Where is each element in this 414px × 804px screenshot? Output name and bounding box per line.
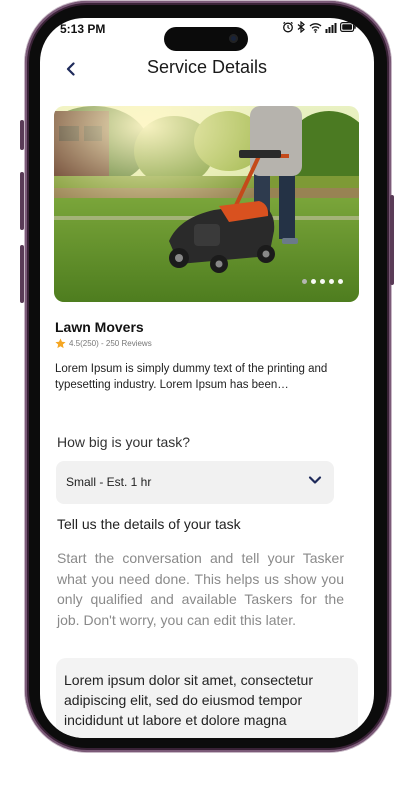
rating-row: 4.5(250) - 250 Reviews bbox=[55, 338, 152, 349]
phone-side-button bbox=[390, 195, 394, 285]
task-size-dropdown[interactable]: Small - Est. 1 hr bbox=[56, 461, 334, 504]
phone-side-button bbox=[20, 120, 24, 150]
alarm-icon bbox=[283, 21, 293, 33]
carousel-dot[interactable] bbox=[302, 279, 307, 284]
chevron-down-icon bbox=[308, 476, 322, 484]
camera-notch bbox=[164, 27, 248, 51]
phone-side-button bbox=[20, 172, 24, 230]
bluetooth-icon bbox=[297, 21, 305, 33]
status-icons bbox=[282, 21, 356, 33]
carousel-dot[interactable] bbox=[338, 279, 343, 284]
carousel-dot[interactable] bbox=[329, 279, 334, 284]
service-title: Lawn Movers bbox=[55, 319, 144, 335]
task-size-value: Small - Est. 1 hr bbox=[66, 475, 152, 489]
task-size-label: How big is your task? bbox=[57, 434, 191, 450]
service-image-carousel[interactable] bbox=[54, 106, 359, 302]
header: Service Details bbox=[40, 54, 374, 84]
signal-icon bbox=[325, 22, 337, 33]
task-details-helper: Start the conversation and tell your Tas… bbox=[57, 550, 344, 628]
task-details-value[interactable]: Lorem ipsum dolor sit amet, consectetur … bbox=[64, 670, 349, 730]
carousel-dots[interactable] bbox=[302, 279, 343, 284]
phone-side-button bbox=[20, 245, 24, 303]
task-details-label: Tell us the details of your task bbox=[57, 516, 241, 532]
star-icon bbox=[55, 338, 66, 349]
lawn-mower-photo bbox=[54, 106, 359, 302]
front-camera bbox=[229, 34, 238, 43]
task-details-textarea[interactable]: Lorem ipsum dolor sit amet, consectetur … bbox=[56, 658, 358, 738]
app-screen: 5:13 PM Service Details Lawn Movers 4.5(… bbox=[40, 18, 374, 738]
page-title: Service Details bbox=[146, 57, 268, 77]
carousel-dot-active[interactable] bbox=[311, 279, 316, 284]
service-description: Lorem Ipsum is simply dummy text of the … bbox=[55, 363, 328, 391]
carousel-dot[interactable] bbox=[320, 279, 325, 284]
battery-icon bbox=[340, 22, 356, 32]
wifi-icon bbox=[309, 22, 322, 33]
status-time: 5:13 PM bbox=[60, 22, 106, 36]
rating-text: 4.5(250) - 250 Reviews bbox=[69, 339, 152, 348]
